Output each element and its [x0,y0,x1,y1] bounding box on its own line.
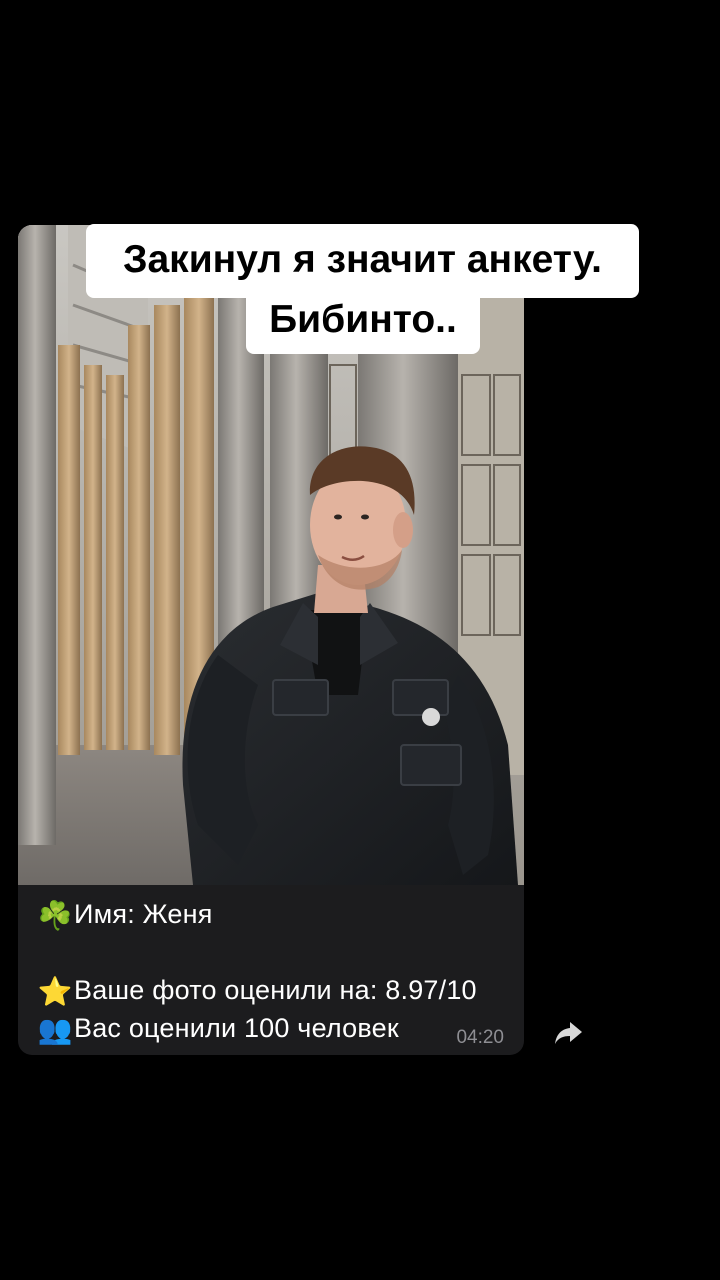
forward-arrow-icon [555,1022,582,1044]
forward-button[interactable] [551,1014,587,1050]
star-icon: ⭐ [37,975,73,1008]
clover-icon: ☘️ [37,899,73,932]
count-text: Вас оценили 100 человек [74,1013,399,1043]
rating-text: Ваше фото оценили на: 8.97/10 [74,975,477,1005]
people-icon: 👥 [37,1013,73,1046]
overlay-caption-line-1: Закинул я значит анкету. [86,224,639,298]
screen: ☘️Имя: Женя ⭐Ваше фото оценили на: 8.97/… [0,0,720,1280]
name-text: Имя: Женя [74,899,213,929]
overlay-caption-line-2: Бибинто.. [246,290,480,354]
message-caption: ☘️Имя: Женя ⭐Ваше фото оценили на: 8.97/… [18,885,524,1055]
rating-line: ⭐Ваше фото оценили на: 8.97/10 [36,971,477,1011]
count-line: 👥Вас оценили 100 человек [36,1009,399,1049]
name-line: ☘️Имя: Женя [36,895,213,935]
message-time: 04:20 [456,1027,504,1048]
